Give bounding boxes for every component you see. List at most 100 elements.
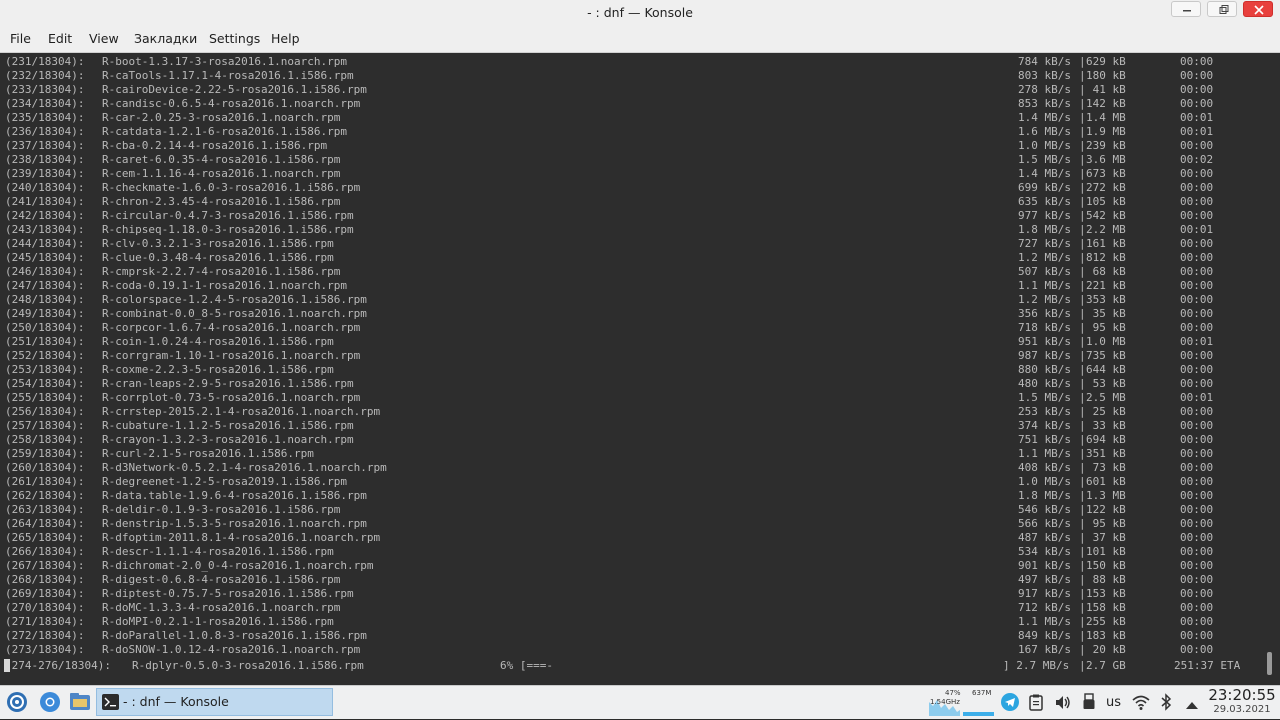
line-index: (255/18304): (5, 391, 85, 404)
line-time: 00:01 (1180, 391, 1214, 404)
line-separator: | (1079, 517, 1086, 530)
maximize-button[interactable] (1207, 1, 1237, 17)
terminal-line: (269/18304): R-diptest-0.75.7-5-rosa2016.… (0, 587, 1280, 601)
line-package: R-coxme-2.2.3-5-rosa2016.1.i586.rpm (102, 363, 334, 376)
line-size: 694 kB (1086, 433, 1126, 446)
terminal-cursor (4, 659, 10, 672)
menu-file[interactable]: File (10, 25, 31, 53)
usb-icon[interactable] (1082, 693, 1096, 715)
close-button[interactable] (1243, 1, 1273, 17)
line-time: 00:00 (1180, 55, 1214, 68)
terminal-line: (240/18304): R-checkmate-1.6.0-3-rosa2016… (0, 181, 1280, 195)
line-size: 601 kB (1086, 475, 1126, 488)
clock-date[interactable]: 29.03.2021 (1206, 704, 1278, 716)
memory-monitor[interactable]: 637M (963, 688, 994, 716)
line-package: R-colorspace-1.2.4-5-rosa2016.1.i586.rpm (102, 293, 367, 306)
progress-eta: 251:37 ETA (1174, 659, 1241, 672)
line-index: (258/18304): (5, 433, 85, 446)
menu-help[interactable]: Help (271, 25, 300, 53)
line-time: 00:00 (1180, 629, 1214, 642)
line-package: R-car-2.0.25-3-rosa2016.1.noarch.rpm (102, 111, 341, 124)
line-separator: | (1079, 307, 1086, 320)
line-size: 629 kB (1086, 55, 1126, 68)
line-package: R-candisc-0.6.5-4-rosa2016.1.noarch.rpm (102, 97, 361, 110)
terminal-line: (249/18304): R-combinat-0.0_8-5-rosa2016.… (0, 307, 1280, 321)
progress-package: R-dplyr-0.5.0-3-rosa2016.1.i586.rpm (132, 659, 364, 672)
line-separator: | (1079, 181, 1086, 194)
line-index: (254/18304): (5, 377, 85, 390)
wifi-icon[interactable] (1131, 694, 1151, 715)
line-index: (256/18304): (5, 405, 85, 418)
line-rate: 497 kB/s (1018, 573, 1071, 586)
bluetooth-icon[interactable] (1160, 693, 1172, 715)
line-index: (232/18304): (5, 69, 85, 82)
chevron-up-icon[interactable] (1185, 696, 1199, 715)
line-time: 00:00 (1180, 237, 1214, 250)
terminal-line: (251/18304): R-coin-1.0.24-4-rosa2016.1.i… (0, 335, 1280, 349)
line-package: R-d3Network-0.5.2.1-4-rosa2016.1.noarch.… (102, 461, 387, 474)
keyboard-layout[interactable]: us (1106, 686, 1121, 720)
terminal-view[interactable]: (231/18304): R-boot-1.3.17-3-rosa2016.1.n… (0, 53, 1280, 685)
line-time: 00:00 (1180, 349, 1214, 362)
line-index: (257/18304): (5, 419, 85, 432)
line-rate: 635 kB/s (1018, 195, 1071, 208)
line-size: 1.3 MB (1086, 489, 1126, 502)
terminal-line: (246/18304): R-cmprsk-2.2.7-4-rosa2016.1.… (0, 265, 1280, 279)
line-time: 00:02 (1180, 153, 1214, 166)
line-time: 00:01 (1180, 111, 1214, 124)
line-package: R-coda-0.19.1-1-rosa2016.1.noarch.rpm (102, 279, 348, 292)
line-index: (245/18304): (5, 251, 85, 264)
chromium-icon[interactable] (38, 689, 62, 719)
line-separator: | (1079, 447, 1086, 460)
line-separator: | (1079, 153, 1086, 166)
line-separator: | (1079, 363, 1086, 376)
terminal-line: (233/18304): R-cairoDevice-2.22-5-rosa201… (0, 83, 1280, 97)
speaker-icon[interactable] (1054, 694, 1072, 715)
terminal-line: (271/18304): R-doMPI-0.2.1-1-rosa2016.1.i… (0, 615, 1280, 629)
line-rate: 1.0 MB/s (1018, 139, 1071, 152)
line-rate: 408 kB/s (1018, 461, 1071, 474)
terminal-line: (241/18304): R-chron-2.3.45-4-rosa2016.1.… (0, 195, 1280, 209)
clock-time[interactable]: 23:20:55 (1206, 687, 1278, 704)
clipboard-icon[interactable] (1029, 694, 1043, 715)
line-size: 1.4 MB (1086, 111, 1126, 124)
line-rate: 566 kB/s (1018, 517, 1071, 530)
line-separator: | (1079, 69, 1086, 82)
line-size: 183 kB (1086, 629, 1126, 642)
line-time: 00:01 (1180, 335, 1214, 348)
line-index: (268/18304): (5, 573, 85, 586)
line-size: 153 kB (1086, 587, 1126, 600)
cpu-monitor[interactable]: 47% 1.54GHz (929, 688, 961, 716)
scrollbar-thumb[interactable] (1267, 652, 1272, 675)
line-index: (250/18304): (5, 321, 85, 334)
line-separator: | (1079, 349, 1086, 362)
file-manager-icon[interactable] (68, 689, 92, 719)
telegram-icon[interactable] (1001, 693, 1019, 715)
line-rate: 1.2 MB/s (1018, 293, 1071, 306)
terminal-line: (248/18304): R-colorspace-1.2.4-5-rosa201… (0, 293, 1280, 307)
task-konsole[interactable]: - : dnf — Konsole (96, 688, 333, 716)
menu-bookmarks[interactable]: Закладки (134, 25, 197, 53)
line-time: 00:01 (1180, 223, 1214, 236)
terminal-line: (236/18304): R-catdata-1.2.1-6-rosa2016.1… (0, 125, 1280, 139)
line-size: 150 kB (1086, 559, 1126, 572)
terminal-line: (254/18304): R-cran-leaps-2.9-5-rosa2016.… (0, 377, 1280, 391)
line-package: R-doMPI-0.2.1-1-rosa2016.1.i586.rpm (102, 615, 334, 628)
line-index: (270/18304): (5, 601, 85, 614)
line-size: 221 kB (1086, 279, 1126, 292)
line-size: 272 kB (1086, 181, 1126, 194)
progress-index: (274-276/18304): (5, 659, 111, 672)
line-size: 239 kB (1086, 139, 1126, 152)
line-package: R-dichromat-2.0_0-4-rosa2016.1.noarch.rp… (102, 559, 374, 572)
line-separator: | (1079, 195, 1086, 208)
menu-edit[interactable]: Edit (48, 25, 72, 53)
line-rate: 253 kB/s (1018, 405, 1071, 418)
line-separator: | (1079, 405, 1086, 418)
minimize-button[interactable] (1171, 1, 1201, 17)
line-separator: | (1079, 659, 1086, 672)
line-size: 101 kB (1086, 545, 1126, 558)
menu-view[interactable]: View (89, 25, 119, 53)
rosa-launcher-icon[interactable] (5, 689, 29, 719)
line-index: (259/18304): (5, 447, 85, 460)
menu-settings[interactable]: Settings (209, 25, 260, 53)
